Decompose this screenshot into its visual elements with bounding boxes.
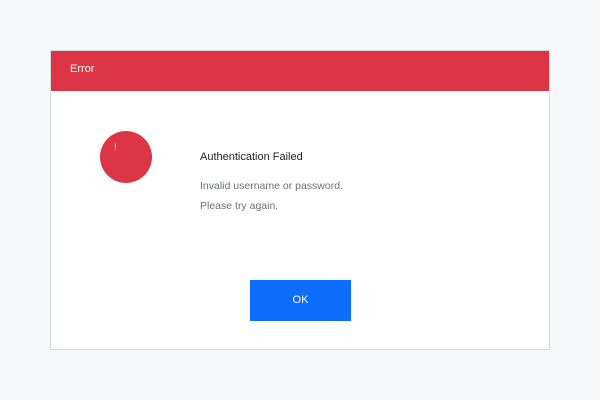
dialog-heading: Authentication Failed <box>200 151 303 163</box>
dialog-titlebar: Error <box>51 51 549 91</box>
error-dialog: Error ! Authentication Failed Invalid us… <box>50 50 550 350</box>
exclamation-icon: ! <box>114 142 117 152</box>
error-icon: ! <box>100 131 152 183</box>
error-message-line: Please try again. <box>200 200 279 212</box>
ok-button[interactable]: OK <box>250 280 351 321</box>
dialog-title: Error <box>70 63 95 75</box>
error-message-line: Invalid username or password. <box>200 180 343 192</box>
